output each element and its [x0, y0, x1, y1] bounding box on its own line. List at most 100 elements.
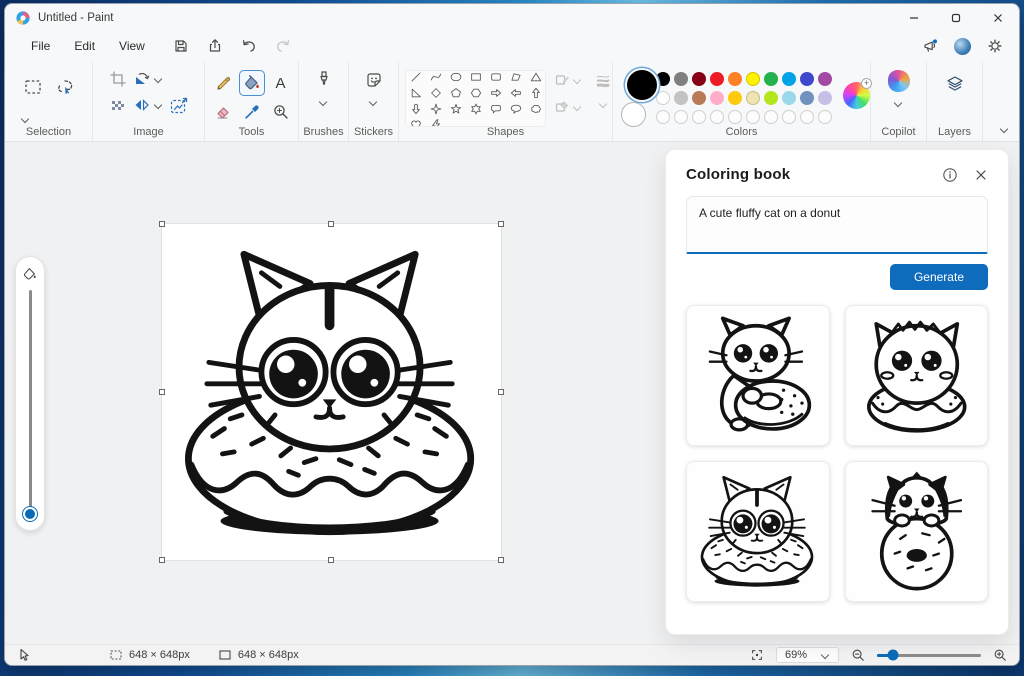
palette-swatch-2-8[interactable] — [800, 91, 814, 105]
palette-swatch-2-1[interactable] — [674, 91, 688, 105]
panel-close-icon[interactable] — [974, 168, 988, 182]
copilot-dropdown-chevron[interactable] — [894, 100, 903, 107]
palette-swatch-2-6[interactable] — [764, 91, 778, 105]
palette-empty-slot[interactable] — [710, 110, 724, 124]
close-button[interactable] — [977, 4, 1019, 31]
selection-dropdown-chevron[interactable] — [21, 116, 30, 123]
palette-swatch-1-1[interactable] — [674, 72, 688, 86]
palette-swatch-1-8[interactable] — [800, 72, 814, 86]
shape-speech-cloud-icon[interactable] — [529, 102, 543, 121]
brushes-dropdown-chevron[interactable] — [319, 99, 328, 106]
prompt-input[interactable]: A cute fluffy cat on a donut — [686, 196, 988, 254]
generate-button[interactable]: Generate — [889, 264, 988, 290]
copilot-icon[interactable] — [887, 70, 910, 92]
settings-gear-icon[interactable] — [987, 38, 1003, 54]
brush-icon[interactable] — [314, 70, 334, 90]
fill-tool-selected[interactable] — [238, 70, 265, 96]
palette-empty-slot[interactable] — [764, 110, 778, 124]
zoom-out-icon[interactable] — [851, 648, 865, 662]
stickers-dropdown-chevron[interactable] — [369, 99, 378, 106]
background-color-swatch[interactable] — [621, 102, 646, 127]
collapse-ribbon-chevron[interactable] — [1000, 126, 1009, 133]
zoom-level-dropdown[interactable]: 69% — [775, 647, 839, 663]
resize-handle-e[interactable] — [498, 389, 504, 395]
freeform-select-icon[interactable] — [55, 77, 75, 97]
pencil-tool[interactable] — [210, 70, 236, 96]
palette-empty-slot[interactable] — [656, 110, 670, 124]
share-icon[interactable] — [207, 38, 223, 54]
zoom-slider[interactable] — [877, 649, 981, 661]
shape-star-5-icon[interactable] — [449, 102, 463, 121]
layers-icon[interactable] — [945, 74, 965, 94]
crop-icon[interactable] — [109, 70, 127, 88]
minimize-button[interactable] — [893, 4, 935, 31]
palette-swatch-2-2[interactable] — [692, 91, 706, 105]
slider-track[interactable] — [28, 290, 32, 511]
shape-speech-rounded-icon[interactable] — [489, 102, 503, 121]
fit-to-screen-icon[interactable] — [750, 648, 764, 662]
menu-view[interactable]: View — [107, 35, 157, 57]
resize-handle-nw[interactable] — [159, 221, 165, 227]
thumbnail-variant-3[interactable] — [686, 461, 830, 602]
palette-empty-slot[interactable] — [674, 110, 688, 124]
palette-swatch-2-3[interactable] — [710, 91, 724, 105]
canvas[interactable] — [159, 221, 504, 563]
save-icon[interactable] — [173, 38, 189, 54]
text-tool[interactable]: A — [268, 70, 294, 96]
palette-swatch-2-5[interactable] — [746, 91, 760, 105]
palette-swatch-1-9[interactable] — [818, 72, 832, 86]
resize-handle-sw[interactable] — [159, 557, 165, 563]
resize-handle-se[interactable] — [498, 557, 504, 563]
palette-empty-slot[interactable] — [746, 110, 760, 124]
palette-swatch-2-7[interactable] — [782, 91, 796, 105]
resize-image-icon[interactable] — [169, 96, 189, 116]
palette-swatch-1-5[interactable] — [746, 72, 760, 86]
thumbnail-variant-2[interactable] — [844, 305, 988, 446]
palette-swatch-1-6[interactable] — [764, 72, 778, 86]
menu-file[interactable]: File — [19, 35, 62, 57]
rectangle-select-icon[interactable] — [23, 77, 43, 97]
foreground-color-swatch[interactable] — [627, 70, 657, 100]
thumbnail-variant-1[interactable] — [686, 305, 830, 446]
flip-icon[interactable] — [133, 96, 151, 114]
feedback-icon[interactable] — [922, 38, 938, 54]
palette-empty-slot[interactable] — [800, 110, 814, 124]
resize-handle-w[interactable] — [159, 389, 165, 395]
palette-swatch-1-0[interactable] — [656, 72, 670, 86]
palette-swatch-1-7[interactable] — [782, 72, 796, 86]
remove-background-icon[interactable] — [109, 96, 127, 114]
palette-empty-slot[interactable] — [692, 110, 706, 124]
info-icon[interactable] — [942, 167, 958, 183]
fill-tolerance-slider[interactable] — [15, 256, 45, 531]
palette-swatch-1-3[interactable] — [710, 72, 724, 86]
palette-swatch-2-4[interactable] — [728, 91, 742, 105]
maximize-button[interactable] — [935, 4, 977, 31]
eyedropper-tool[interactable] — [239, 99, 265, 125]
magnifier-tool[interactable] — [268, 99, 294, 125]
rotate-icon[interactable] — [133, 70, 151, 88]
palette-swatch-1-2[interactable] — [692, 72, 706, 86]
user-avatar[interactable] — [954, 37, 971, 55]
palette-swatch-2-9[interactable] — [818, 91, 832, 105]
rotate-dropdown-chevron[interactable] — [154, 76, 163, 83]
title-bar[interactable]: Untitled - Paint — [5, 4, 1019, 31]
resize-handle-ne[interactable] — [498, 221, 504, 227]
eraser-tool[interactable] — [210, 99, 236, 125]
palette-empty-slot[interactable] — [782, 110, 796, 124]
palette-empty-slot[interactable] — [728, 110, 742, 124]
sticker-icon[interactable] — [364, 70, 384, 90]
resize-handle-n[interactable] — [328, 221, 334, 227]
slider-thumb[interactable] — [23, 507, 37, 521]
palette-swatch-1-4[interactable] — [728, 72, 742, 86]
shape-star-6-icon[interactable] — [469, 102, 483, 121]
resize-handle-s[interactable] — [328, 557, 334, 563]
zoom-slider-thumb[interactable] — [887, 649, 899, 661]
palette-swatch-2-0[interactable] — [656, 91, 670, 105]
flip-dropdown-chevron[interactable] — [154, 102, 163, 109]
palette-empty-slot[interactable] — [818, 110, 832, 124]
menu-edit[interactable]: Edit — [62, 35, 107, 57]
zoom-in-icon[interactable] — [993, 648, 1007, 662]
shape-speech-oval-icon[interactable] — [509, 102, 523, 121]
undo-icon[interactable] — [241, 38, 257, 54]
thumbnail-variant-4[interactable] — [844, 461, 988, 602]
